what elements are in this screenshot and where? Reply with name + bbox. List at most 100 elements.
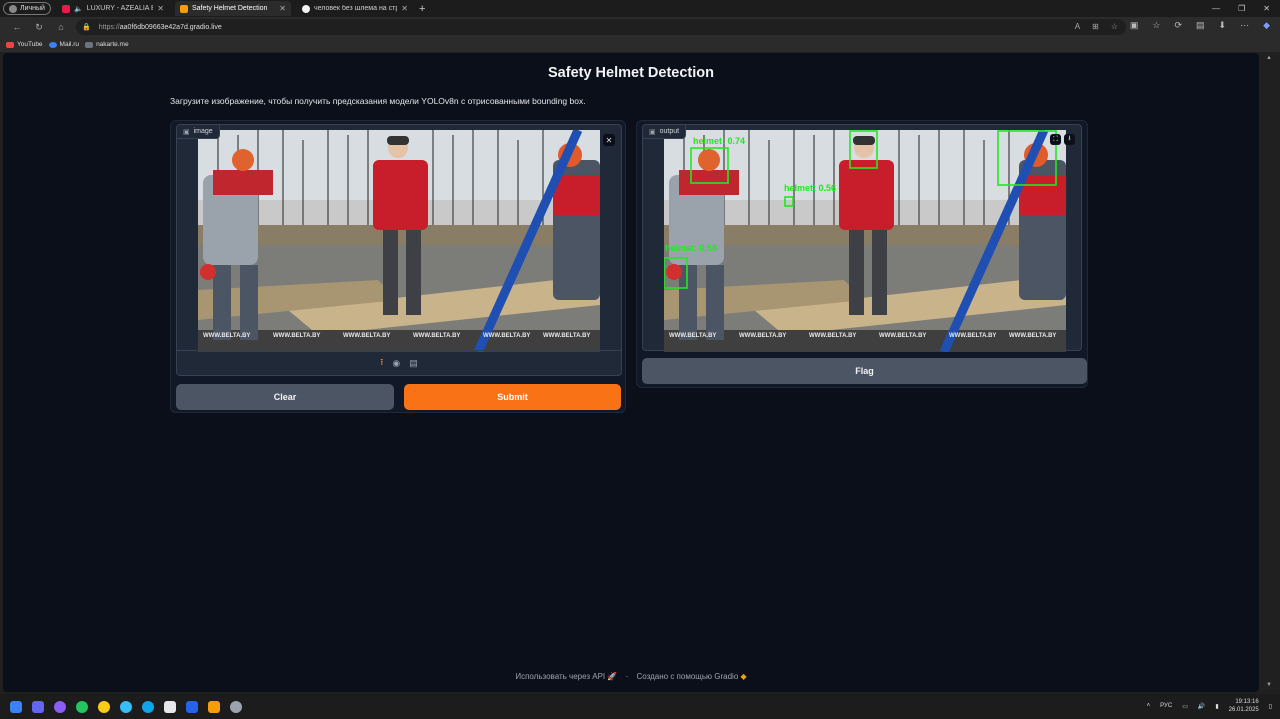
profile-avatar	[9, 4, 17, 13]
restore-icon[interactable]: ❐	[1238, 4, 1245, 13]
image-source-row: ⭱ ◉ ▤	[177, 350, 621, 375]
new-tab-plus-icon[interactable]: +	[419, 3, 425, 15]
widgets-icon[interactable]	[32, 700, 44, 713]
detection-result-photo: WWW.BELTA.BY WWW.BELTA.BY WWW.BELTA.BY W…	[664, 130, 1066, 352]
tab-title: Safety Helmet Detection	[191, 5, 268, 12]
tab-search[interactable]: человек без шлема на стройке ✕	[297, 1, 413, 16]
gradio-favicon-icon	[179, 4, 188, 13]
address-bar[interactable]: 🔒 https:// aa0f6db09663e42a7d.gradio.liv…	[76, 19, 1126, 35]
battery-icon[interactable]: ▮	[1215, 703, 1218, 710]
chrome-icon[interactable]	[98, 700, 110, 713]
tray-chevron-icon[interactable]: ˄	[1147, 703, 1151, 709]
webcam-icon[interactable]: ◉	[392, 358, 400, 369]
footer-separator: ·	[625, 672, 629, 681]
reload-icon[interactable]: ↻	[34, 22, 44, 33]
lock-icon: 🔒	[82, 24, 91, 31]
profile-button[interactable]: Личный	[3, 2, 51, 15]
youtube-favicon-icon	[61, 4, 70, 13]
watermark: WWW.BELTA.BY	[413, 333, 460, 339]
output-photo: WWW.BELTA.BY WWW.BELTA.BY WWW.BELTA.BY W…	[664, 130, 1066, 352]
language-indicator[interactable]: РУС	[1160, 703, 1172, 709]
copilot-icon[interactable]: ◆	[1263, 20, 1270, 31]
output-panel: ▣ output ⛶ ⭳ WWW.BELTA.BY WWW.BELTA.BY W…	[636, 120, 1088, 388]
watermark: WWW.BELTA.BY	[483, 333, 530, 339]
detection-label: helmet: 0.56	[784, 183, 836, 193]
minimize-icon[interactable]: —	[1212, 4, 1220, 13]
settings-gear-icon[interactable]	[230, 700, 242, 713]
favorite-star-icon[interactable]: ☆	[1111, 22, 1118, 31]
clear-button[interactable]: Clear	[176, 384, 394, 410]
edge-icon[interactable]	[142, 700, 154, 713]
bookmark-nakarte[interactable]: nakarte.me	[85, 41, 129, 48]
clock[interactable]: 19:13:16 26.01.2025	[1229, 698, 1259, 714]
volume-icon[interactable]: 🔊	[1198, 703, 1205, 710]
page-title: Safety Helmet Detection	[548, 65, 714, 81]
use-via-api-link[interactable]: Использовать через API	[515, 672, 605, 681]
network-icon[interactable]: ▭	[1182, 703, 1188, 710]
telegram-icon[interactable]	[120, 700, 132, 713]
scroll-up-icon[interactable]: ▲	[1266, 55, 1272, 61]
home-icon[interactable]: ⌂	[56, 22, 66, 32]
clipboard-icon[interactable]: ▤	[409, 358, 418, 369]
upload-icon[interactable]: ⭱	[380, 355, 383, 371]
fullscreen-icon[interactable]: ⛶	[1050, 134, 1061, 145]
image-input[interactable]: ▣ image ✕ WWW.BELTA.BY WWW.BELTA.BY WWW.…	[176, 124, 622, 376]
input-photo: WWW.BELTA.BY WWW.BELTA.BY WWW.BELTA.BY W…	[198, 130, 600, 352]
back-icon[interactable]: ←	[12, 22, 22, 32]
address-icons: A ⊞ ☆	[1075, 22, 1118, 31]
youtube-icon	[6, 41, 14, 48]
profile-label: Личный	[20, 5, 45, 12]
image-icon: ▣	[183, 128, 190, 136]
tab-luxury[interactable]: 🔈 LUXURY - AZEALIA BANKS ( ✕	[57, 1, 169, 16]
app-icon[interactable]	[164, 700, 176, 713]
watermark: WWW.BELTA.BY	[1009, 333, 1056, 339]
built-with-gradio-link[interactable]: Создано с помощью Gradio	[637, 672, 739, 681]
image-output: ▣ output ⛶ ⭳ WWW.BELTA.BY WWW.BELTA.BY W…	[642, 124, 1082, 352]
watermark: WWW.BELTA.BY	[203, 333, 250, 339]
flag-button[interactable]: Flag	[642, 358, 1087, 384]
bookmark-youtube[interactable]: YouTube	[6, 41, 43, 48]
close-window-icon[interactable]: ✕	[1263, 4, 1270, 13]
mailru-icon	[48, 41, 57, 48]
downloads-icon[interactable]: ⬇	[1219, 20, 1227, 31]
split-screen-icon[interactable]: ▣	[1130, 20, 1139, 31]
app-icon[interactable]	[54, 700, 66, 713]
app-icon[interactable]: ⊞	[1092, 22, 1099, 31]
watermark: WWW.BELTA.BY	[543, 333, 590, 339]
clear-image-close-icon[interactable]: ✕	[603, 134, 615, 146]
app-icon[interactable]	[208, 700, 220, 713]
tab-close-icon[interactable]: ✕	[279, 4, 286, 13]
watermark: WWW.BELTA.BY	[809, 333, 856, 339]
notifications-icon[interactable]: ▯	[1269, 703, 1272, 710]
app-icon[interactable]	[76, 700, 88, 713]
read-aloud-icon[interactable]: A	[1075, 22, 1080, 31]
windows-taskbar: ˄ РУС ▭ 🔊 ▮ 19:13:16 26.01.2025 ▯	[0, 694, 1280, 719]
submit-button[interactable]: Submit	[404, 384, 621, 410]
more-icon[interactable]: ⋯	[1240, 20, 1249, 31]
tab-close-icon[interactable]: ✕	[401, 4, 408, 13]
construction-site-photo: WWW.BELTA.BY WWW.BELTA.BY WWW.BELTA.BY W…	[198, 130, 600, 352]
audio-icon: 🔈	[73, 5, 83, 13]
clock-date: 26.01.2025	[1228, 707, 1259, 713]
scroll-down-icon[interactable]: ▼	[1266, 682, 1272, 688]
tab-safety-helmet[interactable]: Safety Helmet Detection ✕	[174, 1, 291, 16]
favorites-icon[interactable]: ☆	[1152, 20, 1160, 31]
bookmark-label: Mail.ru	[59, 41, 80, 48]
page-scrollbar[interactable]	[1260, 53, 1280, 692]
start-windows-icon[interactable]	[10, 700, 22, 713]
extensions-icon[interactable]: ⟳	[1174, 20, 1182, 31]
app-icon[interactable]	[186, 700, 198, 713]
output-tools: ⛶ ⭳	[1050, 134, 1075, 145]
tab-close-icon[interactable]: ✕	[157, 4, 164, 13]
bookmark-mailru[interactable]: Mail.ru	[48, 41, 80, 48]
gradio-logo-icon: ◆	[740, 672, 747, 681]
detection-label: helmet: 0.58	[665, 243, 717, 253]
image-output-label: ▣ output	[643, 125, 687, 139]
collections-icon[interactable]: ▤	[1196, 20, 1205, 31]
download-icon[interactable]: ⭳	[1064, 134, 1075, 145]
tab-title: человек без шлема на стройке	[313, 5, 397, 12]
toolbar-icons: ▣ ☆ ⟳ ▤ ⬇ ⋯ ◆	[1130, 20, 1270, 31]
watermark: WWW.BELTA.BY	[949, 333, 996, 339]
tab-title: LUXURY - AZEALIA BANKS (	[86, 5, 154, 12]
image-icon: ▣	[649, 128, 656, 136]
